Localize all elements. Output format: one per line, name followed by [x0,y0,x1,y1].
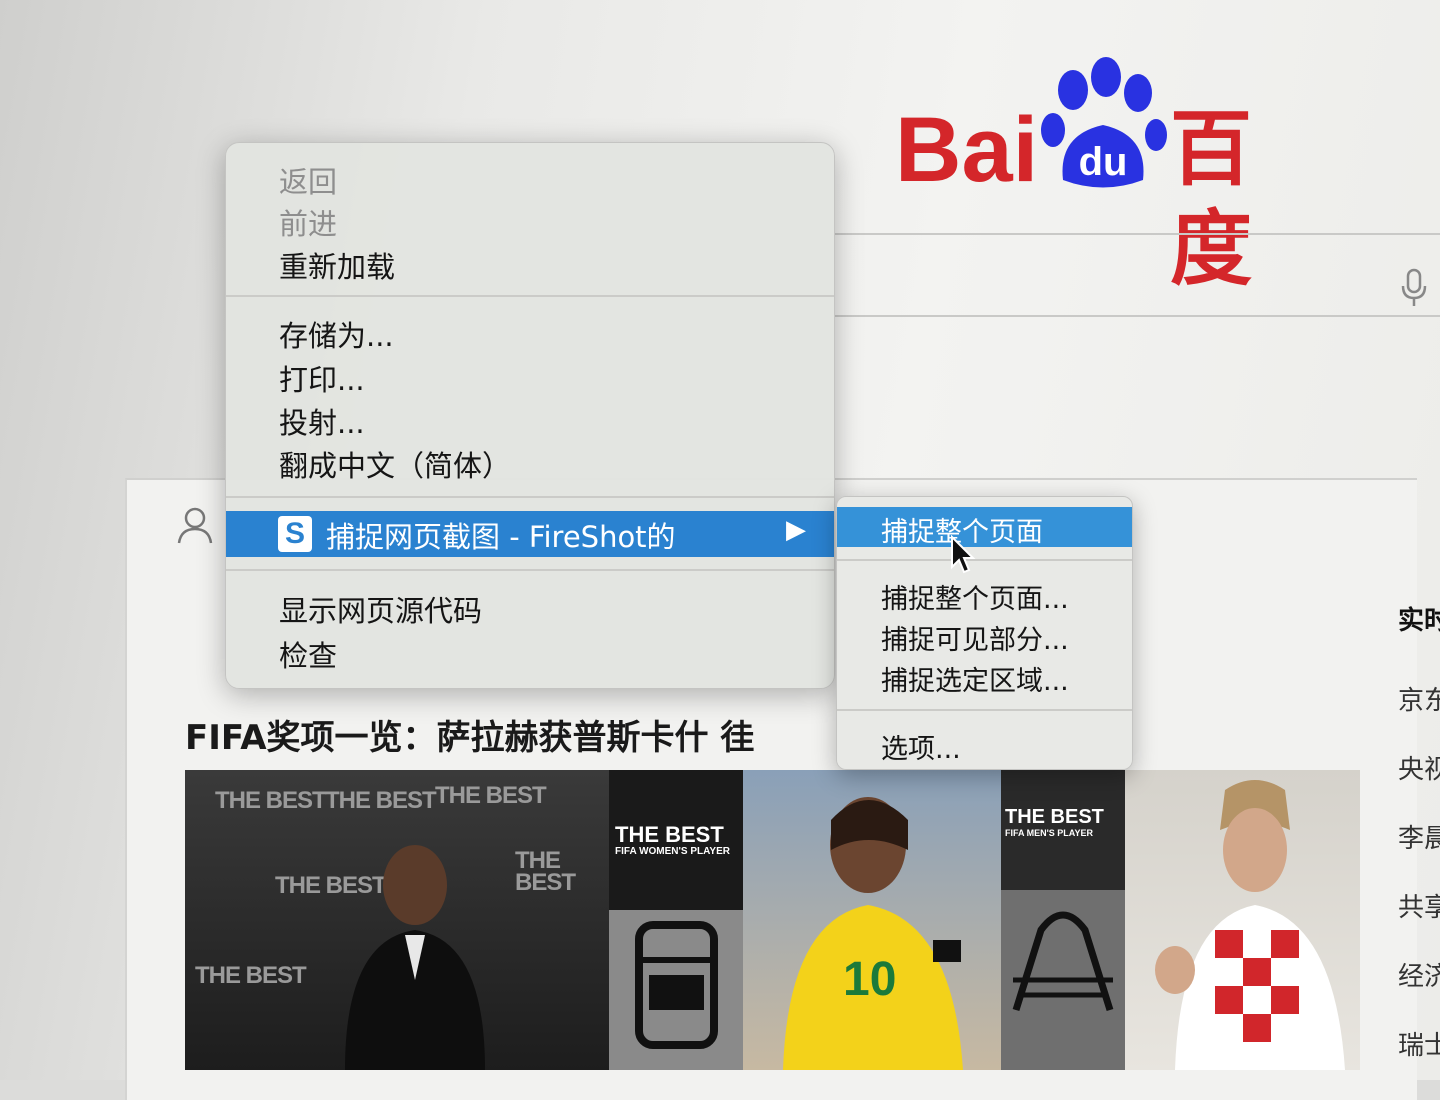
hot-list: 实时 京东 央视 李晨 共享 经济 瑞士 [1398,600,1440,1094]
news-photo-mbappe[interactable]: THE BEST THE BEST THE BEST THE BEST THE … [185,770,609,1070]
fireshot-submenu: 捕捉整个页面 捕捉整个页面... 捕捉可见部分... 捕捉选定区域... 选项.… [836,496,1133,770]
menu-item-print[interactable]: 打印... [279,357,365,399]
photo-watermark: THE BEST [515,847,576,896]
menu-item-view-source[interactable]: 显示网页源代码 [279,588,482,630]
person-silhouette [345,845,485,1070]
photo-watermark: THE BEST [215,787,327,814]
hot-list-item[interactable]: 京东 [1398,680,1440,749]
baidu-paw-icon: du [1041,57,1167,188]
news-photo-modric[interactable] [1125,770,1360,1070]
submenu-separator [837,709,1132,711]
person-silhouette [1155,780,1345,1070]
user-icon[interactable] [175,505,215,545]
menu-item-reload[interactable]: 重新加载 [279,244,395,286]
submenu-capture-selection[interactable]: 捕捉选定区域... [881,659,1069,698]
award-subtitle: FIFA MEN'S PLAYER [1005,828,1093,838]
menu-item-back[interactable]: 返回 [279,159,337,201]
logo-du-text: du [1079,140,1128,184]
news-photo-womens-award[interactable]: THE BEST FIFA WOMEN'S PLAYER [609,770,743,1070]
menu-separator [226,496,834,498]
hot-list-item[interactable]: 瑞士 [1398,1025,1440,1094]
menu-item-forward[interactable]: 前进 [279,201,337,243]
jersey-number: 10 [843,953,896,1006]
person-silhouette: 10 [783,797,963,1070]
award-subtitle: FIFA WOMEN'S PLAYER [615,846,730,857]
baidu-logo[interactable]: Bai du 百度 [890,55,1320,297]
hot-list-item[interactable]: 李晨 [1398,818,1440,887]
news-photo-mens-award[interactable]: THE BEST FIFA MEN'S PLAYER [1001,770,1125,1070]
submenu-options[interactable]: 选项... [881,727,961,766]
news-photo-marta[interactable]: 10 [743,770,1001,1070]
context-menu: 返回 前进 重新加载 存储为... 打印... 投射... 翻成中文（简体） S… [225,142,835,689]
photo-watermark: THE BEST [435,782,547,809]
menu-item-save-as[interactable]: 存储为... [279,313,394,355]
trophy-icon [635,921,718,1049]
submenu-separator [837,559,1132,561]
search-box[interactable] [835,233,1440,317]
submenu-arrow-icon: ▶ [786,515,806,545]
stadium-icon [1012,911,1114,1012]
menu-separator [226,295,834,297]
hot-list-header: 实时 [1398,606,1440,636]
photo-watermark: THE BEST [195,962,307,989]
microphone-icon[interactable] [1400,268,1428,308]
photo-watermark: THE BEST [325,787,437,814]
submenu-capture-entire-dialog[interactable]: 捕捉整个页面... [881,577,1069,616]
menu-item-inspect[interactable]: 检查 [279,633,337,675]
submenu-capture-visible[interactable]: 捕捉可见部分... [881,618,1069,657]
menu-separator [226,569,834,571]
news-headline[interactable]: FIFA奖项一览：萨拉赫获普斯卡什 徍 [185,710,835,759]
fireshot-icon: S [278,516,312,552]
award-logo-text: THE BEST [615,822,724,847]
logo-latin-text: Bai [895,99,1039,201]
award-logo-text: THE BEST [1005,806,1104,828]
hot-list-item[interactable]: 共享 [1398,887,1440,956]
mouse-cursor-icon [951,535,976,574]
menu-item-cast[interactable]: 投射... [279,400,365,442]
menu-item-translate[interactable]: 翻成中文（简体） [279,443,511,485]
menu-item-fireshot-label: 捕捉网页截图 - FireShot的 [326,520,676,554]
hot-list-item[interactable]: 经济 [1398,956,1440,1025]
hot-list-item[interactable]: 央视 [1398,749,1440,818]
